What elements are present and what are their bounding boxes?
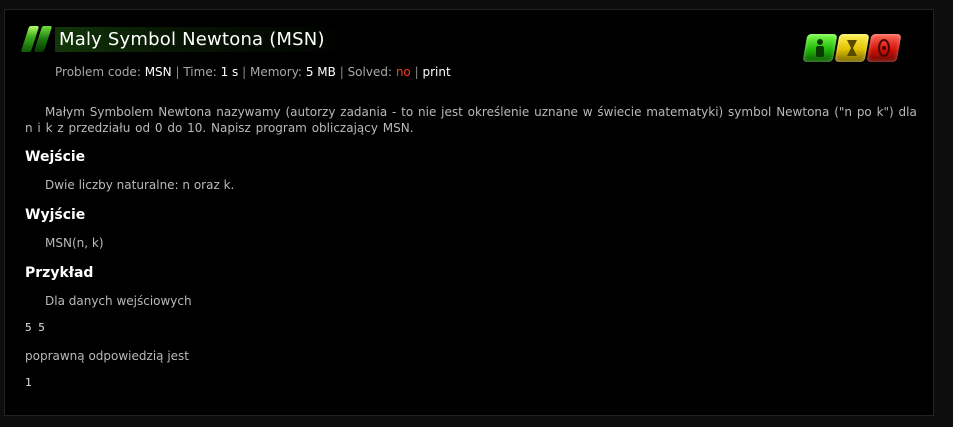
input-heading: Wejście	[25, 149, 86, 165]
memory-label: Memory:	[250, 65, 302, 79]
print-link[interactable]: print	[422, 65, 450, 79]
time-limit: 1 s	[220, 65, 239, 79]
title-bar: Maly Symbol Newtona (MSN)	[19, 24, 355, 54]
separator: |	[242, 65, 247, 79]
memory-limit: 5 MB	[305, 65, 336, 79]
hard-icon[interactable]	[866, 34, 902, 62]
solved-status: no	[395, 65, 411, 79]
intro-paragraph: Małym Symbolem Newtona nazywamy (autorzy…	[25, 105, 917, 135]
example-intro: Dla danych wejściowych	[45, 294, 192, 308]
separator: |	[339, 65, 344, 79]
separator: |	[175, 65, 180, 79]
code-label: Problem code:	[55, 65, 141, 79]
output-heading: Wyjście	[25, 207, 86, 223]
problem-code: MSN	[144, 65, 172, 79]
time-label: Time:	[183, 65, 217, 79]
medium-icon[interactable]	[834, 34, 870, 62]
input-description: Dwie liczby naturalne: n oraz k.	[45, 178, 235, 192]
example-answer-label: poprawną odpowiedzią jest	[25, 349, 189, 363]
separator: |	[414, 65, 419, 79]
title-decoration-icon	[19, 24, 53, 54]
output-description: MSN(n, k)	[45, 236, 104, 250]
example-heading: Przykład	[25, 265, 94, 281]
solved-label: Solved:	[347, 65, 392, 79]
difficulty-rating	[802, 34, 902, 62]
page: Maly Symbol Newtona (MSN) Problem code: …	[0, 0, 953, 427]
example-input: 5 5	[25, 321, 45, 334]
problem-title: Maly Symbol Newtona (MSN)	[55, 26, 355, 52]
easy-icon[interactable]	[802, 34, 838, 62]
example-output: 1	[25, 376, 32, 389]
problem-panel: Maly Symbol Newtona (MSN) Problem code: …	[4, 9, 934, 416]
problem-meta: Problem code: MSN | Time: 1 s | Memory: …	[55, 65, 451, 79]
problem-statement: Małym Symbolem Newtona nazywamy (autorzy…	[25, 104, 925, 391]
